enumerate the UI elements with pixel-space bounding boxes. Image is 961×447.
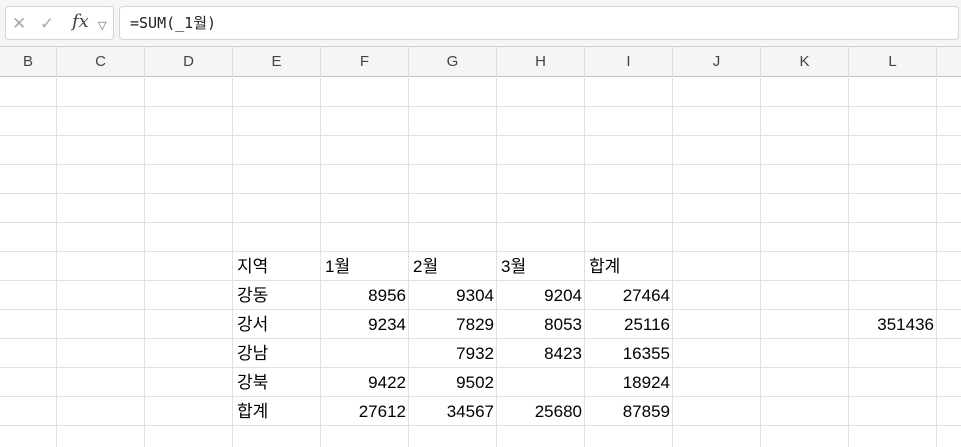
side-value-cell[interactable]: 351436 <box>849 310 937 339</box>
value-cell[interactable]: 8053 <box>497 310 585 339</box>
column-header-k[interactable]: K <box>761 47 849 77</box>
column-header-i[interactable]: I <box>585 47 673 77</box>
region-cell[interactable]: 강남 <box>233 339 321 368</box>
formula-bar: ✕ ✓ fx ▽ =SUM(_1월) <box>0 0 961 47</box>
column-header-g[interactable]: G <box>409 47 497 77</box>
column-header-l[interactable]: L <box>849 47 937 77</box>
chevron-down-icon[interactable]: ▽ <box>98 16 106 36</box>
total-cell[interactable]: 18924 <box>585 368 673 397</box>
enter-icon[interactable]: ✓ <box>40 14 54 34</box>
total-cell[interactable]: 16355 <box>585 339 673 368</box>
grid-line <box>56 78 57 447</box>
total-cell[interactable]: 25116 <box>585 310 673 339</box>
value-cell[interactable]: 9502 <box>409 368 497 397</box>
value-cell[interactable]: 34567 <box>409 397 497 426</box>
value-cell[interactable]: 27612 <box>321 397 409 426</box>
value-cell[interactable] <box>497 368 585 397</box>
table-header-cell[interactable]: 3월 <box>497 252 585 281</box>
column-header-e[interactable]: E <box>233 47 321 77</box>
value-cell[interactable]: 9304 <box>409 281 497 310</box>
column-header-d[interactable]: D <box>145 47 233 77</box>
column-header-f[interactable]: F <box>321 47 409 77</box>
value-cell[interactable]: 9204 <box>497 281 585 310</box>
cancel-icon[interactable]: ✕ <box>12 14 26 34</box>
value-cell[interactable]: 9422 <box>321 368 409 397</box>
value-cell[interactable]: 25680 <box>497 397 585 426</box>
value-cell[interactable]: 8423 <box>497 339 585 368</box>
value-cell[interactable]: 9234 <box>321 310 409 339</box>
region-cell[interactable]: 합계 <box>233 397 321 426</box>
grid-line <box>0 164 961 165</box>
region-cell[interactable]: 강북 <box>233 368 321 397</box>
total-cell[interactable]: 87859 <box>585 397 673 426</box>
value-cell[interactable]: 7829 <box>409 310 497 339</box>
value-cell[interactable] <box>321 339 409 368</box>
spreadsheet-grid[interactable]: 지역 1월 2월 3월 합계 강동 8956 9304 9204 27464 강… <box>0 78 961 447</box>
grid-line <box>0 222 961 223</box>
region-cell[interactable]: 강동 <box>233 281 321 310</box>
table-header-cell[interactable]: 합계 <box>585 252 673 281</box>
column-header-row: B C D E F G H I J K L <box>0 47 961 77</box>
total-cell[interactable]: 27464 <box>585 281 673 310</box>
value-cell[interactable]: 7932 <box>409 339 497 368</box>
grid-line <box>848 78 849 447</box>
column-header-c[interactable]: C <box>57 47 145 77</box>
grid-line <box>144 78 145 447</box>
function-icon[interactable]: fx <box>72 12 89 32</box>
table-header-cell[interactable]: 1월 <box>321 252 409 281</box>
column-header-j[interactable]: J <box>673 47 761 77</box>
column-header-b[interactable]: B <box>0 47 57 77</box>
grid-line <box>0 135 961 136</box>
column-header-h[interactable]: H <box>497 47 585 77</box>
table-header-cell[interactable]: 2월 <box>409 252 497 281</box>
grid-line <box>0 106 961 107</box>
grid-line <box>760 78 761 447</box>
grid-line <box>0 193 961 194</box>
region-cell[interactable]: 강서 <box>233 310 321 339</box>
grid-line <box>936 78 937 447</box>
formula-controls: ✕ ✓ fx ▽ <box>5 6 114 40</box>
formula-input[interactable]: =SUM(_1월) <box>119 6 959 40</box>
value-cell[interactable]: 8956 <box>321 281 409 310</box>
table-header-cell[interactable]: 지역 <box>233 252 321 281</box>
